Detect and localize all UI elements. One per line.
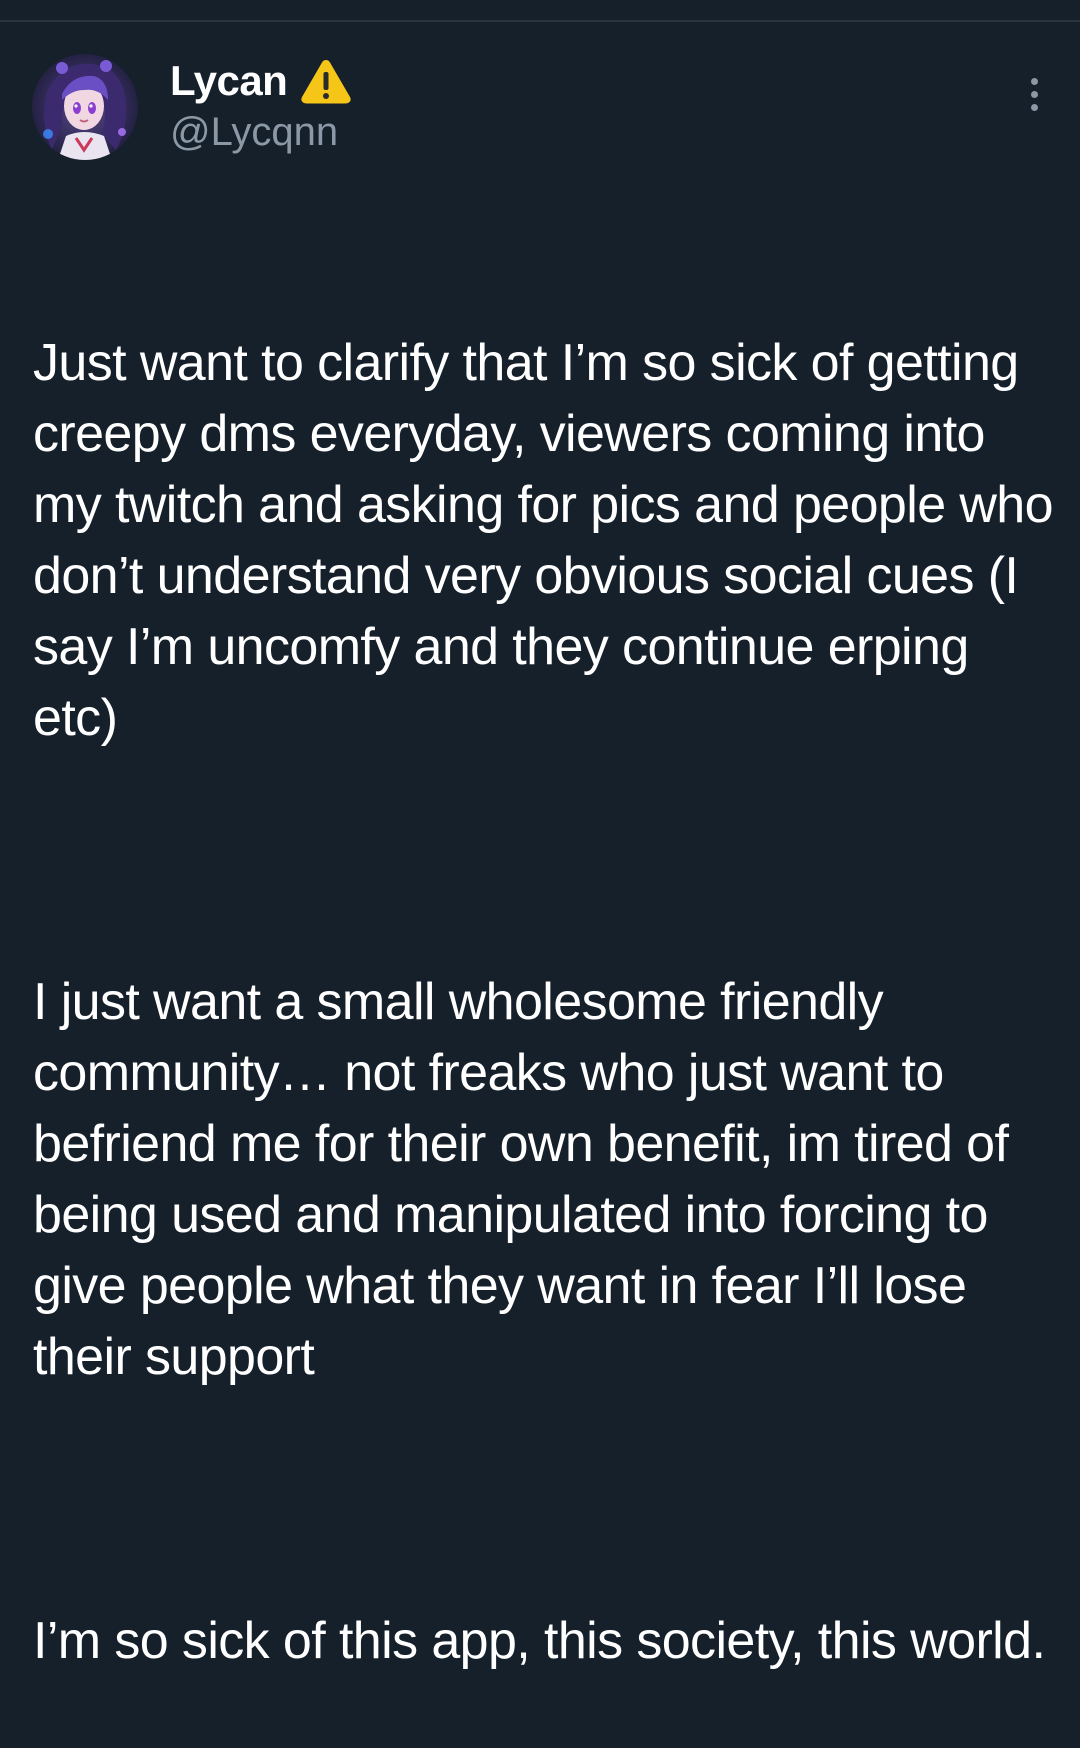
author-names: Lycan @Lycqnn (170, 54, 353, 155)
display-name-row: Lycan (170, 54, 353, 108)
more-vertical-icon (1030, 104, 1038, 111)
tweet-text: Just want to clarify that I’m so sick of… (33, 186, 1058, 1748)
display-name[interactable]: Lycan (170, 57, 288, 105)
warning-icon (299, 57, 353, 105)
tweet-paragraph: I just want a small wholesome friendly c… (33, 973, 1023, 1386)
tweet-paragraph: Just want to clarify that I’m so sick of… (33, 334, 1067, 747)
user-handle[interactable]: @Lycqnn (170, 110, 353, 155)
avatar[interactable] (32, 54, 138, 160)
more-vertical-icon (1030, 78, 1038, 85)
more-options-button[interactable] (1024, 78, 1044, 116)
avatar-image (32, 54, 138, 160)
tweet-paragraph: I’m so sick of this app, this society, t… (33, 1612, 1046, 1670)
tweet-header: Lycan @Lycqnn (32, 54, 1048, 162)
more-vertical-icon (1030, 91, 1038, 98)
top-divider (0, 20, 1080, 22)
